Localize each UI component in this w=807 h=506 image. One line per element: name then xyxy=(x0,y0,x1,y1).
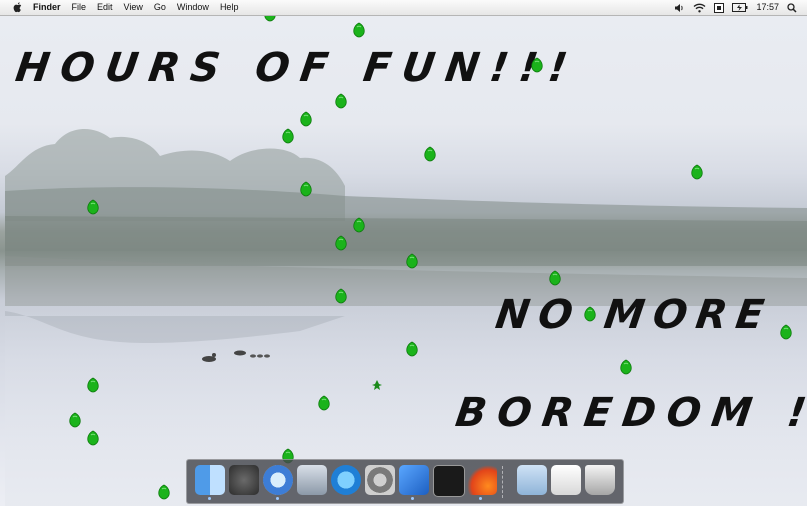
terminal-icon[interactable] xyxy=(433,465,465,497)
green-leaf-icon xyxy=(335,288,347,304)
input-menu-icon[interactable] xyxy=(714,2,725,13)
battery-icon[interactable] xyxy=(732,3,748,12)
xcode-icon[interactable] xyxy=(399,465,429,495)
running-indicator xyxy=(208,497,211,500)
dock xyxy=(186,459,624,504)
dashboard-icon[interactable] xyxy=(229,465,259,495)
safari-icon[interactable] xyxy=(263,465,293,495)
green-leaf-icon xyxy=(335,93,347,109)
green-leaf-icon xyxy=(87,377,99,393)
menu-clock[interactable]: 17:57 xyxy=(756,1,779,14)
menu-view[interactable]: View xyxy=(124,2,143,13)
dock-separator xyxy=(502,466,509,498)
menu-file[interactable]: File xyxy=(72,2,87,13)
headline-hours-of-fun: HOURS OF FUN!!! xyxy=(12,45,581,91)
running-indicator xyxy=(479,497,482,500)
preview-icon[interactable] xyxy=(551,465,581,495)
green-leaf-icon xyxy=(282,128,294,144)
green-leaf-icon xyxy=(318,395,330,411)
trash-icon[interactable] xyxy=(585,465,615,495)
green-leaf-icon xyxy=(335,235,347,251)
menu-help[interactable]: Help xyxy=(220,2,239,13)
itunes-icon[interactable] xyxy=(331,465,361,495)
little-green-figure-icon xyxy=(372,380,382,390)
spotlight-icon[interactable] xyxy=(787,2,797,13)
green-leaf-icon xyxy=(353,22,365,38)
green-leaf-icon xyxy=(300,111,312,127)
applications-folder-icon[interactable] xyxy=(517,465,547,495)
green-leaf-icon xyxy=(300,181,312,197)
headline-boredom: BOREDOM ! xyxy=(452,390,807,436)
green-leaf-icon xyxy=(87,430,99,446)
green-leaf-icon xyxy=(406,253,418,269)
green-leaf-icon xyxy=(584,306,596,322)
green-leaf-icon xyxy=(406,341,418,357)
system-preferences-icon[interactable] xyxy=(365,465,395,495)
menu-edit[interactable]: Edit xyxy=(97,2,113,13)
finder-icon[interactable] xyxy=(195,465,225,495)
green-leaf-icon xyxy=(620,359,632,375)
comet-app-icon[interactable] xyxy=(467,465,497,495)
green-leaf-icon xyxy=(353,217,365,233)
running-indicator xyxy=(276,497,279,500)
green-leaf-icon xyxy=(424,146,436,162)
green-leaf-icon xyxy=(780,324,792,340)
green-leaf-icon xyxy=(691,164,703,180)
green-leaf-icon xyxy=(69,412,81,428)
volume-icon[interactable] xyxy=(674,3,685,13)
menu-app-name[interactable]: Finder xyxy=(33,2,61,13)
green-leaf-icon xyxy=(549,270,561,286)
green-leaf-icon xyxy=(87,199,99,215)
headline-no-more: NO MORE xyxy=(492,292,776,338)
menu-bar: Finder File Edit View Go Window Help 17:… xyxy=(0,0,807,16)
green-leaf-icon xyxy=(158,484,170,500)
mail-icon[interactable] xyxy=(297,465,327,495)
apple-icon[interactable] xyxy=(12,1,24,13)
running-indicator xyxy=(411,497,414,500)
menu-window[interactable]: Window xyxy=(177,2,209,13)
wifi-icon[interactable] xyxy=(693,3,706,13)
menu-go[interactable]: Go xyxy=(154,2,166,13)
green-leaf-icon xyxy=(531,57,543,73)
